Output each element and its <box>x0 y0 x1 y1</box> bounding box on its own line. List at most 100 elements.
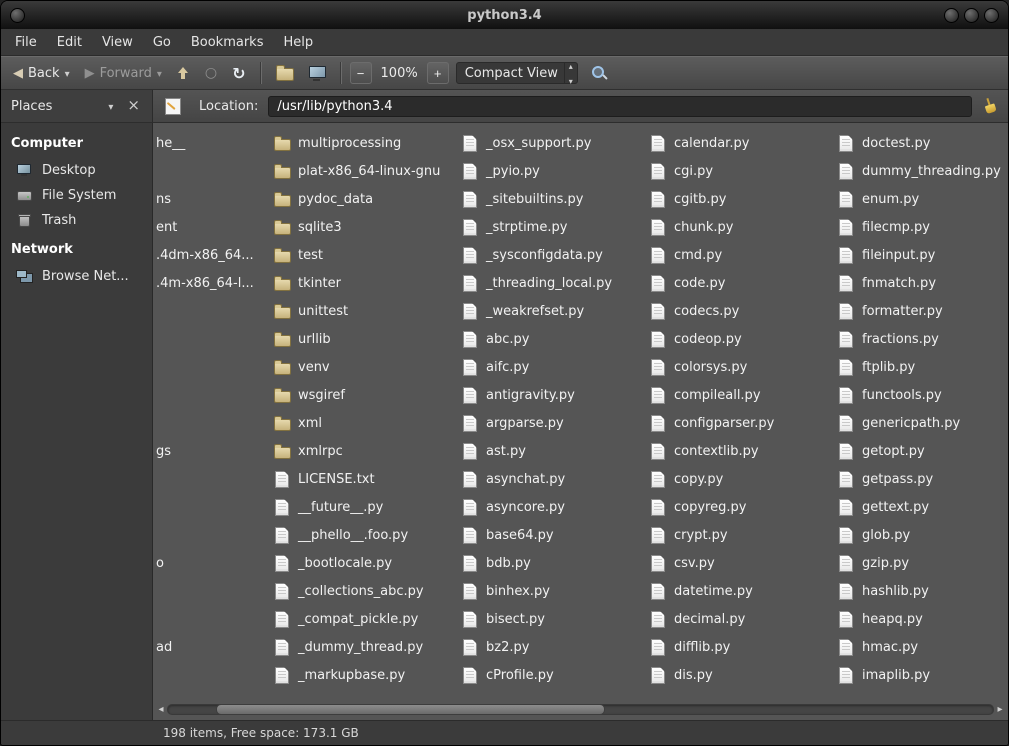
file-item[interactable] <box>156 577 270 605</box>
file-item[interactable]: __future__.py <box>273 493 458 521</box>
search-icon[interactable] <box>591 65 608 82</box>
file-item[interactable]: fnmatch.py <box>837 269 1008 297</box>
file-item[interactable]: chunk.py <box>649 213 834 241</box>
edit-location-icon[interactable] <box>165 98 181 115</box>
sidebar-item[interactable]: File System <box>1 183 152 208</box>
file-item[interactable]: configparser.py <box>649 409 834 437</box>
file-item[interactable]: gzip.py <box>837 549 1008 577</box>
spinner-down-icon[interactable] <box>569 73 573 88</box>
file-item[interactable]: crypt.py <box>649 521 834 549</box>
file-item[interactable]: plat-x86_64-linux-gnu <box>273 157 458 185</box>
file-item[interactable]: dis.py <box>649 661 834 689</box>
reload-button[interactable] <box>226 61 251 86</box>
horizontal-scrollbar[interactable] <box>155 703 1006 716</box>
sidebar-item[interactable]: Trash <box>1 208 152 233</box>
file-item[interactable]: datetime.py <box>649 577 834 605</box>
file-item[interactable]: ns <box>156 185 270 213</box>
file-item[interactable]: glob.py <box>837 521 1008 549</box>
broom-icon[interactable] <box>979 95 1000 116</box>
file-item[interactable]: bz2.py <box>461 633 646 661</box>
file-item[interactable]: fractions.py <box>837 325 1008 353</box>
file-item[interactable]: _osx_support.py <box>461 129 646 157</box>
menu-item[interactable]: Bookmarks <box>181 32 274 53</box>
scroll-right-icon[interactable] <box>994 703 1006 716</box>
scrollbar-track[interactable] <box>167 704 994 715</box>
menu-item[interactable]: View <box>92 32 143 53</box>
file-item[interactable] <box>156 325 270 353</box>
file-item[interactable]: functools.py <box>837 381 1008 409</box>
file-item[interactable]: codeop.py <box>649 325 834 353</box>
file-item[interactable]: ent <box>156 213 270 241</box>
file-item[interactable] <box>156 353 270 381</box>
places-dropdown-icon[interactable] <box>108 99 113 114</box>
file-item[interactable] <box>156 381 270 409</box>
file-item[interactable]: difflib.py <box>649 633 834 661</box>
file-item[interactable]: cgi.py <box>649 157 834 185</box>
file-item[interactable]: _threading_local.py <box>461 269 646 297</box>
file-item[interactable]: venv <box>273 353 458 381</box>
file-item[interactable]: _compat_pickle.py <box>273 605 458 633</box>
file-item[interactable]: _collections_abc.py <box>273 577 458 605</box>
file-item[interactable]: copyreg.py <box>649 493 834 521</box>
file-item[interactable] <box>156 521 270 549</box>
file-item[interactable]: cProfile.py <box>461 661 646 689</box>
menu-item[interactable]: File <box>5 32 47 53</box>
file-item[interactable]: .4m-x86_64-l... <box>156 269 270 297</box>
menu-item[interactable]: Edit <box>47 32 92 53</box>
file-item[interactable]: codecs.py <box>649 297 834 325</box>
location-input[interactable] <box>268 96 972 117</box>
file-item[interactable]: hashlib.py <box>837 577 1008 605</box>
file-item[interactable]: asyncore.py <box>461 493 646 521</box>
view-mode-spinner[interactable] <box>564 63 577 83</box>
file-item[interactable]: pydoc_data <box>273 185 458 213</box>
file-item[interactable]: cmd.py <box>649 241 834 269</box>
file-item[interactable]: tkinter <box>273 269 458 297</box>
view-mode-selector[interactable]: Compact View <box>456 62 578 84</box>
file-item[interactable]: .4dm-x86_64... <box>156 241 270 269</box>
file-item[interactable]: dummy_threading.py <box>837 157 1008 185</box>
file-item[interactable]: _bootlocale.py <box>273 549 458 577</box>
scroll-left-icon[interactable] <box>155 703 167 716</box>
file-item[interactable]: contextlib.py <box>649 437 834 465</box>
file-item[interactable]: abc.py <box>461 325 646 353</box>
file-item[interactable]: hmac.py <box>837 633 1008 661</box>
file-item[interactable]: bisect.py <box>461 605 646 633</box>
file-item[interactable]: code.py <box>649 269 834 297</box>
file-item[interactable] <box>156 409 270 437</box>
file-item[interactable]: LICENSE.txt <box>273 465 458 493</box>
file-item[interactable] <box>156 465 270 493</box>
file-item[interactable]: ast.py <box>461 437 646 465</box>
file-item[interactable]: imaplib.py <box>837 661 1008 689</box>
zoom-in-button[interactable] <box>427 62 449 84</box>
file-item[interactable]: urllib <box>273 325 458 353</box>
file-item[interactable]: decimal.py <box>649 605 834 633</box>
file-item[interactable]: copy.py <box>649 465 834 493</box>
file-item[interactable]: antigravity.py <box>461 381 646 409</box>
menu-item[interactable]: Help <box>273 32 323 53</box>
file-item[interactable]: cgitb.py <box>649 185 834 213</box>
stop-button[interactable] <box>199 62 223 84</box>
file-item[interactable] <box>156 605 270 633</box>
close-button[interactable] <box>984 8 999 23</box>
file-item[interactable]: __phello__.foo.py <box>273 521 458 549</box>
spinner-up-icon[interactable] <box>569 58 573 73</box>
file-item[interactable]: getpass.py <box>837 465 1008 493</box>
file-item[interactable]: unittest <box>273 297 458 325</box>
file-item[interactable]: compileall.py <box>649 381 834 409</box>
sidebar-item[interactable]: Browse Net... <box>1 264 152 289</box>
file-item[interactable]: gettext.py <box>837 493 1008 521</box>
file-item[interactable]: ftplib.py <box>837 353 1008 381</box>
file-item[interactable]: test <box>273 241 458 269</box>
maximize-button[interactable] <box>964 8 979 23</box>
file-item[interactable]: he__ <box>156 129 270 157</box>
file-item[interactable]: bdb.py <box>461 549 646 577</box>
up-button[interactable] <box>171 64 196 83</box>
zoom-out-button[interactable] <box>350 62 372 84</box>
sidebar-item[interactable]: Desktop <box>1 158 152 183</box>
file-item[interactable]: o <box>156 549 270 577</box>
forward-button[interactable]: Forward <box>79 63 168 84</box>
file-item[interactable] <box>156 661 270 689</box>
file-item[interactable]: xml <box>273 409 458 437</box>
file-item[interactable]: formatter.py <box>837 297 1008 325</box>
file-item[interactable]: gs <box>156 437 270 465</box>
